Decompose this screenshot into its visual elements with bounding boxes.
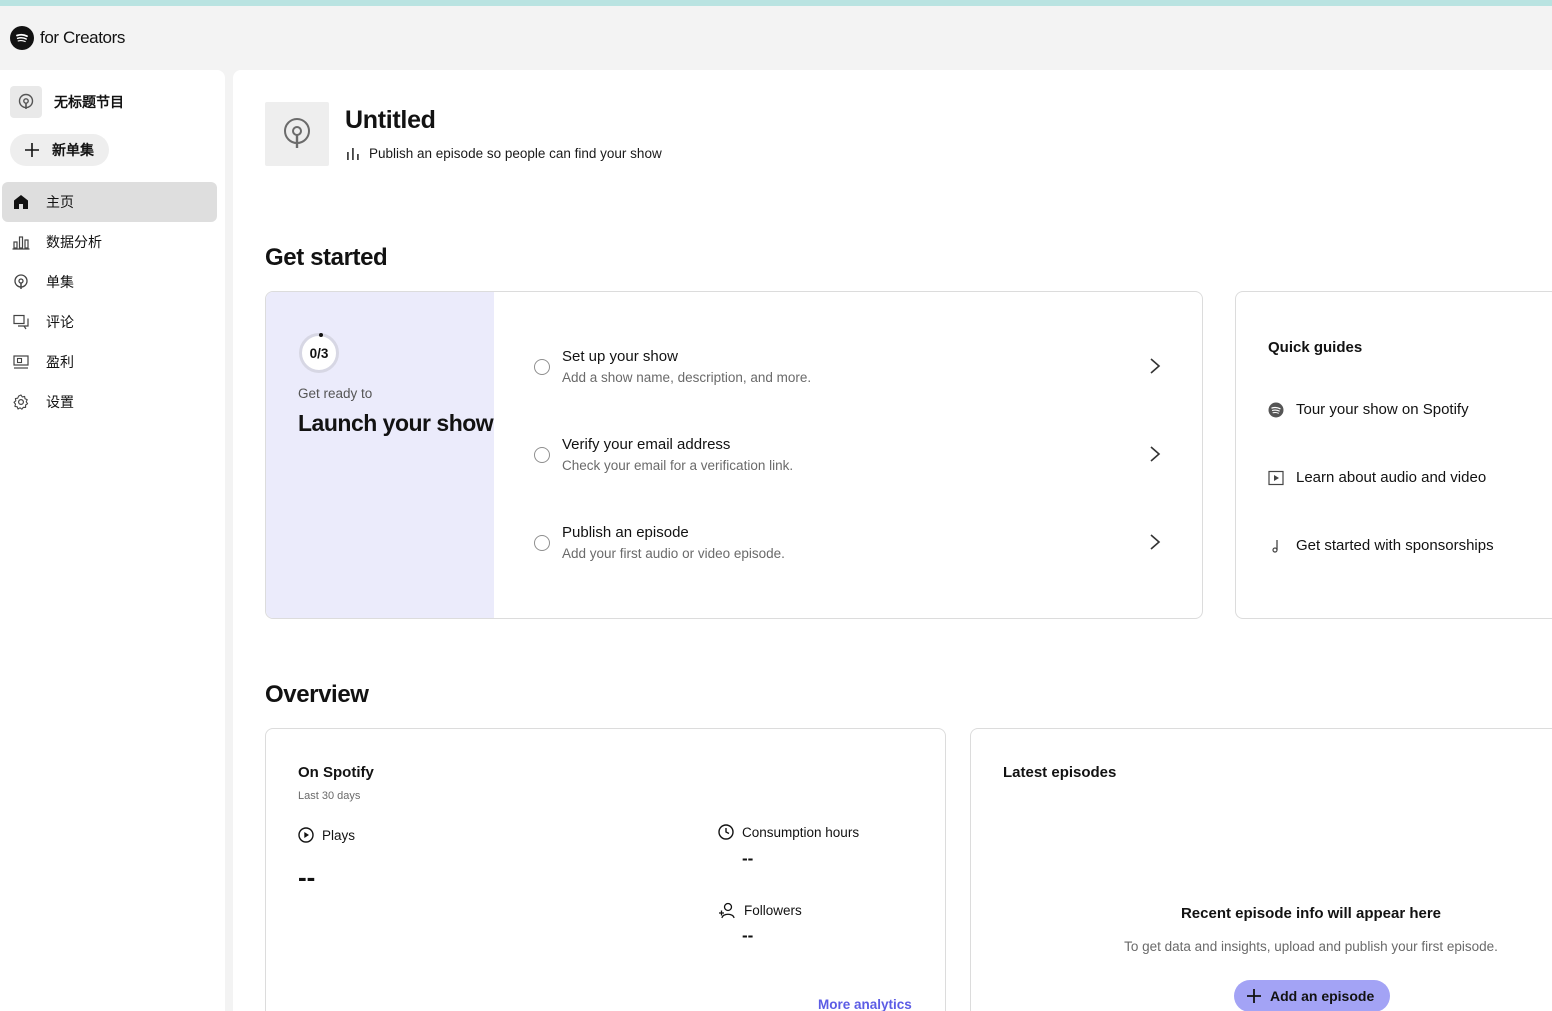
latest-episodes-card: Latest episodes Recent episode info will… (970, 728, 1552, 1011)
guide-audio-video[interactable]: Learn about audio and video (1268, 469, 1486, 486)
stats-period: Last 30 days (298, 790, 361, 802)
clock-icon (718, 824, 734, 840)
chevron-right-icon (1150, 358, 1161, 374)
launch-checklist-card: 0/3 Get ready to Launch your show Set up… (265, 291, 1203, 619)
progress-ring: 0/3 (299, 333, 339, 373)
sidebar-item-label: 主页 (46, 194, 74, 210)
monetize-icon (12, 353, 30, 371)
sidebar-item-label: 盈利 (46, 354, 74, 370)
task-verify-email[interactable]: Verify your email address Check your ema… (494, 411, 1202, 499)
gear-icon (12, 393, 30, 411)
launch-progress-panel: 0/3 Get ready to Launch your show (266, 292, 494, 618)
task-radio[interactable] (534, 359, 550, 375)
progress-indicator-dot (319, 333, 323, 337)
bar-chart-icon (347, 148, 359, 160)
ready-label: Get ready to (298, 386, 373, 401)
brand-name: for Creators (40, 28, 125, 47)
consumption-hours-metric: Consumption hours (718, 824, 859, 840)
task-radio[interactable] (534, 447, 550, 463)
sidebar-item-label: 单集 (46, 274, 74, 290)
empty-state-description: To get data and insights, upload and pub… (1124, 939, 1498, 954)
sidebar-item-label: 评论 (46, 314, 74, 330)
sidebar-item-label: 数据分析 (46, 234, 102, 250)
spotify-logo-icon (10, 26, 34, 50)
launch-title: Launch your show (298, 410, 494, 436)
play-box-icon (1268, 470, 1284, 485)
new-episode-button[interactable]: 新单集 (10, 134, 109, 166)
guide-label: Learn about audio and video (1296, 469, 1487, 486)
task-desc: Add your first audio or video episode. (562, 546, 785, 561)
on-spotify-card: On Spotify Last 30 days Plays -- Consump… (265, 728, 946, 1011)
spotify-for-creators-logo[interactable]: for Creators (10, 26, 125, 50)
guide-sponsorships[interactable]: Get started with sponsorships (1268, 537, 1494, 554)
home-icon (12, 193, 30, 211)
task-radio[interactable] (534, 535, 550, 551)
sidebar-item-monetize[interactable]: 盈利 (0, 342, 217, 382)
plus-icon (1247, 989, 1261, 1003)
guide-tour-show[interactable]: Tour your show on Spotify (1268, 401, 1469, 418)
show-status: Publish an episode so people can find yo… (345, 145, 662, 161)
followers-value: -- (742, 926, 754, 945)
sidebar-nav: 主页 数据分析 单集 评论 盈利 设置 (0, 182, 217, 422)
show-thumbnail (10, 86, 42, 118)
task-setup-show[interactable]: Set up your show Add a show name, descri… (494, 323, 1202, 411)
task-title: Publish an episode (562, 524, 689, 541)
consumption-hours-value: -- (742, 849, 754, 868)
task-title: Verify your email address (562, 436, 731, 453)
guide-label: Get started with sponsorships (1296, 537, 1494, 554)
consumption-hours-label: Consumption hours (742, 824, 860, 840)
add-episode-button[interactable]: Add an episode (1234, 980, 1391, 1011)
bar-chart-icon (12, 233, 30, 251)
sidebar-item-label: 设置 (46, 394, 74, 410)
show-status-text: Publish an episode so people can find yo… (369, 145, 662, 161)
plays-label: Plays (322, 827, 356, 843)
podcast-icon (18, 93, 34, 109)
top-bar: for Creators (0, 6, 1552, 70)
sidebar-item-comments[interactable]: 评论 (0, 302, 217, 342)
overview-heading: Overview (265, 681, 369, 708)
sidebar-show-name: 无标题节目 (54, 94, 124, 110)
sidebar-show-selector[interactable]: 无标题节目 (10, 86, 124, 118)
empty-state-title: Recent episode info will appear here (1180, 905, 1442, 922)
show-cover[interactable] (265, 102, 329, 166)
quick-guides-card: Quick guides Tour your show on Spotify L… (1235, 291, 1552, 619)
get-started-heading: Get started (265, 244, 388, 271)
chevron-right-icon (1150, 446, 1161, 462)
new-episode-label: 新单集 (52, 142, 94, 158)
task-title: Set up your show (562, 348, 678, 365)
spotify-icon (1268, 402, 1284, 417)
sidebar-item-settings[interactable]: 设置 (0, 382, 217, 422)
sidebar-item-episodes[interactable]: 单集 (0, 262, 217, 302)
play-circle-icon (298, 827, 314, 843)
sidebar-item-home[interactable]: 主页 (2, 182, 217, 222)
comments-icon (12, 313, 30, 331)
followers-metric: Followers (718, 901, 802, 919)
quick-guides-title: Quick guides (1268, 339, 1363, 356)
progress-count: 0/3 (309, 345, 329, 361)
guide-label: Tour your show on Spotify (1296, 401, 1469, 418)
chevron-right-icon (1150, 534, 1161, 550)
podcast-icon (284, 118, 310, 148)
sidebar: 无标题节目 新单集 主页 数据分析 单集 评论 盈利 设置 (0, 70, 225, 1011)
add-episode-label: Add an episode (1270, 988, 1375, 1004)
task-desc: Check your email for a verification link… (562, 458, 794, 473)
page-title: Untitled (345, 106, 436, 134)
sidebar-item-analytics[interactable]: 数据分析 (0, 222, 217, 262)
latest-episodes-title: Latest episodes (1003, 764, 1117, 781)
task-list: Set up your show Add a show name, descri… (494, 323, 1202, 587)
main-content: Untitled Publish an episode so people ca… (233, 70, 1552, 1011)
task-desc: Add a show name, description, and more. (562, 370, 812, 385)
sponsorship-icon (1272, 539, 1278, 553)
podcast-icon (12, 273, 30, 291)
plus-icon (25, 143, 39, 157)
on-spotify-title: On Spotify (298, 764, 374, 781)
more-analytics-link[interactable]: More analytics (818, 997, 912, 1011)
plays-value: -- (298, 862, 316, 892)
plays-metric: Plays (298, 827, 355, 843)
followers-label: Followers (744, 902, 802, 918)
task-publish-episode[interactable]: Publish an episode Add your first audio … (494, 499, 1202, 587)
add-user-icon (719, 902, 735, 919)
